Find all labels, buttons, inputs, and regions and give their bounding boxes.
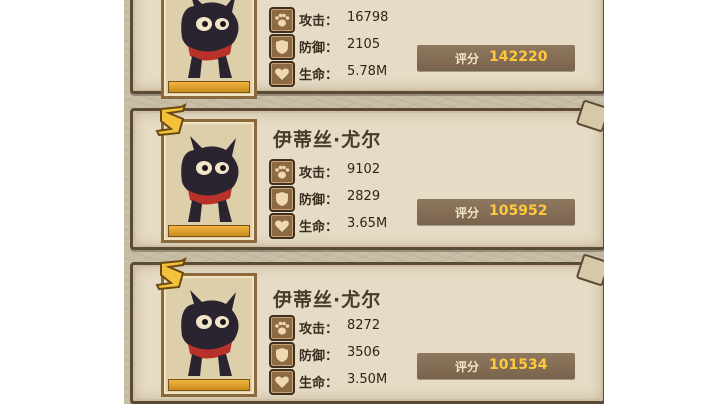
score-value: 101534 <box>489 357 548 373</box>
defense-value: 2105 <box>347 37 381 52</box>
portrait-level-bar <box>168 81 250 93</box>
character-card[interactable]: 伊蒂丝·尤尔 攻击： 9102 防御： 2829 生命： 3.65M 评分 10… <box>130 99 604 250</box>
defense-label: 防御： <box>299 349 339 364</box>
defense-label: 防御： <box>299 41 339 56</box>
attack-value: 8272 <box>347 318 381 333</box>
hp-stat-icon <box>269 213 295 239</box>
heart-icon <box>275 220 289 232</box>
shield-icon <box>276 192 288 206</box>
score-plate: 评分 105952 <box>417 199 575 225</box>
defense-stat-icon <box>269 186 295 212</box>
defense-value: 2829 <box>347 189 381 204</box>
score-plate: 评分 142220 <box>417 45 575 71</box>
portrait-level-bar <box>168 379 250 391</box>
score-label: 评分 <box>455 52 480 66</box>
character-list-panel: 攻击： 16798 防御： 2105 生命： 5.78M 评分 142220 伊… <box>124 0 604 404</box>
attack-stat-icon <box>269 7 295 33</box>
hp-label: 生命： <box>299 220 339 235</box>
score-value: 105952 <box>489 203 548 219</box>
paper-corner-decoration <box>575 253 604 287</box>
attack-label: 攻击： <box>299 322 339 337</box>
score-label: 评分 <box>455 360 480 374</box>
shield-icon <box>276 40 288 54</box>
character-portrait <box>161 119 257 243</box>
character-card[interactable]: 伊蒂丝·尤尔 攻击： 8272 防御： 3506 生命： 3.50M 评分 10… <box>130 253 604 404</box>
hp-value: 5.78M <box>347 64 388 79</box>
defense-stat-icon <box>269 34 295 60</box>
paw-icon <box>275 165 290 179</box>
hp-label: 生命： <box>299 68 339 83</box>
character-portrait <box>161 273 257 397</box>
rank-badge <box>155 103 191 137</box>
rank-s-icon <box>155 257 187 291</box>
paw-icon <box>275 321 290 335</box>
attack-stat-icon <box>269 315 295 341</box>
cat-portrait-icon <box>181 0 239 78</box>
hp-value: 3.65M <box>347 216 388 231</box>
heart-icon <box>275 376 289 388</box>
score-label: 评分 <box>455 206 480 220</box>
attack-value: 9102 <box>347 162 381 177</box>
rank-s-icon <box>155 103 187 137</box>
character-card[interactable]: 攻击： 16798 防御： 2105 生命： 5.78M 评分 142220 <box>130 0 604 99</box>
shield-icon <box>276 348 288 362</box>
defense-value: 3506 <box>347 345 381 360</box>
attack-label: 攻击： <box>299 14 339 29</box>
portrait-level-bar <box>168 225 250 237</box>
score-value: 142220 <box>489 49 548 65</box>
hp-label: 生命： <box>299 376 339 391</box>
attack-stat-icon <box>269 159 295 185</box>
character-name: 伊蒂丝·尤尔 <box>273 129 382 151</box>
hp-value: 3.50M <box>347 372 388 387</box>
character-portrait <box>161 0 257 99</box>
hp-stat-icon <box>269 369 295 395</box>
score-plate: 评分 101534 <box>417 353 575 379</box>
hp-stat-icon <box>269 61 295 87</box>
paw-icon <box>275 13 290 27</box>
defense-label: 防御： <box>299 193 339 208</box>
defense-stat-icon <box>269 342 295 368</box>
paper-corner-decoration <box>575 99 604 133</box>
attack-value: 16798 <box>347 10 389 25</box>
attack-label: 攻击： <box>299 166 339 181</box>
character-name: 伊蒂丝·尤尔 <box>273 289 382 311</box>
rank-badge <box>155 257 191 291</box>
heart-icon <box>275 68 289 80</box>
